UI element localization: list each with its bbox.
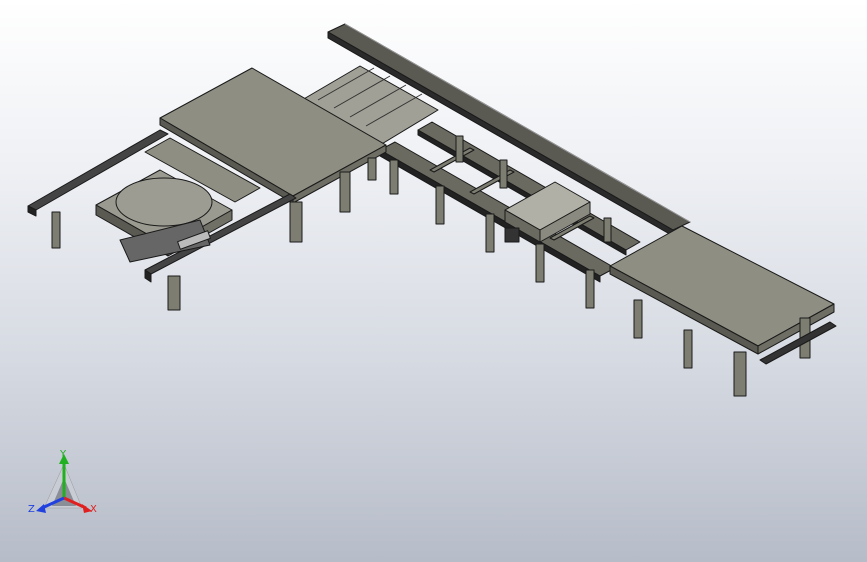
cad-viewport[interactable]: Y X Z [0, 0, 867, 562]
y-axis-label: Y [60, 449, 67, 460]
z-axis-label: Z [28, 504, 35, 515]
conveyor-assembly-model[interactable] [0, 0, 867, 562]
x-axis-label: X [90, 504, 97, 515]
middle-rail-pair [379, 121, 641, 283]
triad-graphic [36, 454, 92, 513]
orientation-triad: Y X Z [22, 446, 112, 526]
lower-right-table [609, 225, 837, 397]
